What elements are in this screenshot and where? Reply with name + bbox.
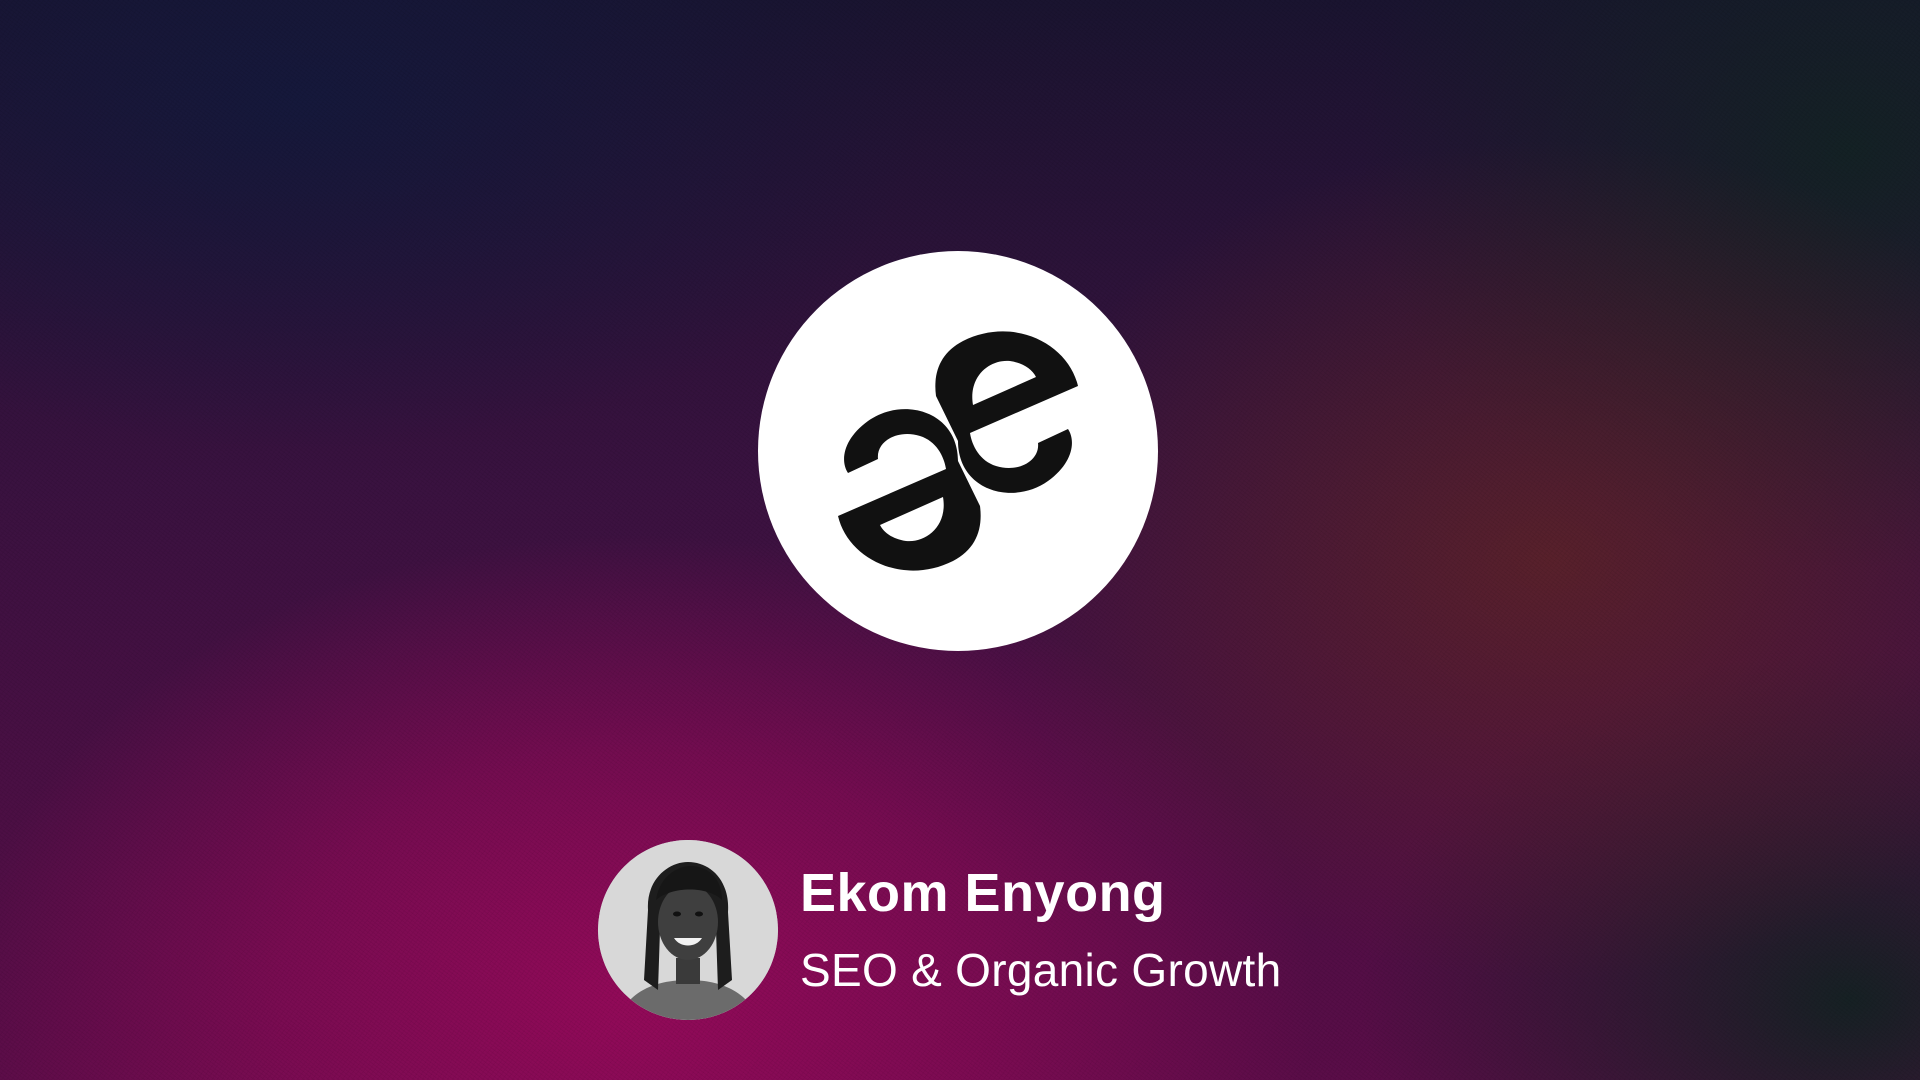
logo-badge [758, 251, 1158, 651]
portrait-photo-icon [598, 840, 778, 1020]
author-name: Ekom Enyong [800, 863, 1166, 923]
avatar [598, 840, 778, 1020]
author-block: Ekom Enyong SEO & Organic Growth [598, 840, 1282, 1020]
author-role: SEO & Organic Growth [800, 944, 1282, 996]
author-text: Ekom Enyong SEO & Organic Growth [800, 860, 1282, 1000]
ae-ligature-logo-icon [838, 331, 1078, 571]
